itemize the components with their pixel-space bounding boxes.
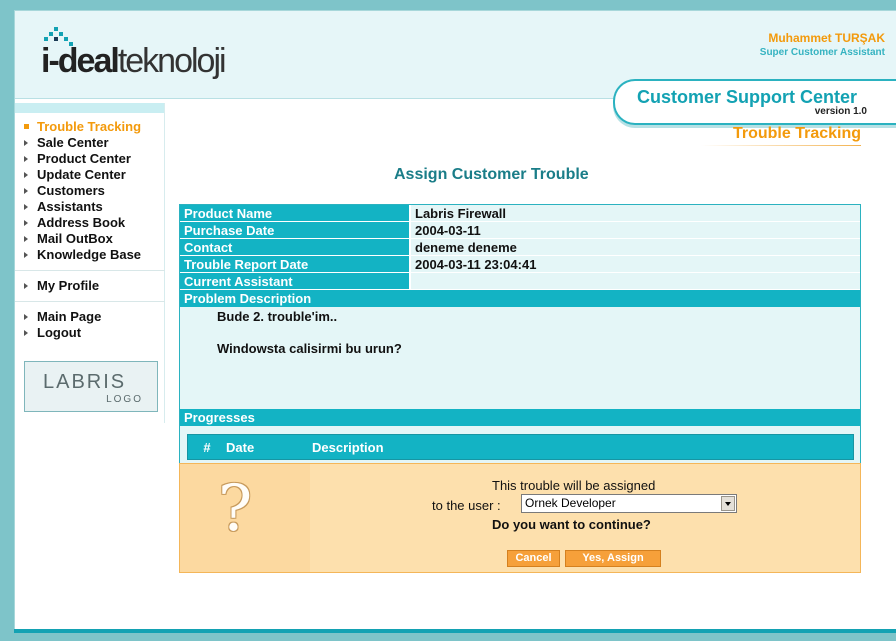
question-mark-icon: ?: [218, 472, 253, 546]
sidebar-divider: [15, 270, 165, 271]
user-role: Super Customer Assistant: [759, 47, 885, 58]
sidebar-item-knowledge-base[interactable]: Knowledge Base: [23, 247, 164, 263]
confirm-question: Do you want to continue?: [492, 517, 651, 532]
column-header-date: Date: [226, 439, 255, 455]
table-row: Contact deneme deneme: [180, 239, 860, 256]
row-value: 2004-03-11: [411, 222, 860, 238]
user-info: Muhammet TURŞAK Super Customer Assistant: [760, 31, 885, 58]
confirm-message-line2: to the user :: [432, 498, 501, 513]
column-header-number: #: [203, 439, 211, 455]
question-icon-box: ?: [180, 464, 310, 572]
confirm-message-line1: This trouble will be assigned: [492, 478, 656, 493]
logo-text-ideal: i-deal: [41, 42, 120, 80]
table-row: Current Assistant: [180, 273, 860, 290]
app-version: version 1.0: [814, 106, 867, 117]
table-row: Purchase Date 2004-03-11: [180, 222, 860, 239]
row-label: Product Name: [180, 205, 411, 221]
progresses-header: Progresses: [180, 409, 860, 426]
problem-description: Bude 2. trouble'im.. Windowsta calisirmi…: [180, 307, 860, 409]
problem-line: Bude 2. trouble'im..: [217, 309, 338, 324]
labris-logo-subtext: LOGO: [106, 394, 143, 405]
sidebar-item-logout[interactable]: Logout: [23, 325, 164, 341]
sidebar: Trouble Tracking Sale Center Product Cen…: [15, 103, 165, 423]
labris-logo-text: LABRIS: [43, 371, 127, 393]
assign-button[interactable]: Yes, Assign: [565, 550, 661, 567]
sidebar-nav-profile: My Profile: [15, 278, 164, 294]
problem-line: Windowsta calisirmi bu urun?: [217, 341, 402, 356]
row-label: Purchase Date: [180, 222, 411, 238]
user-name: Muhammet TURŞAK: [768, 31, 885, 45]
sidebar-item-update-center[interactable]: Update Center: [23, 167, 164, 183]
column-header-description: Description: [312, 439, 384, 455]
sidebar-nav-session: Main Page Logout: [15, 309, 164, 341]
sidebar-item-trouble-tracking[interactable]: Trouble Tracking: [23, 119, 164, 135]
row-label: Trouble Report Date: [180, 256, 411, 272]
sidebar-item-address-book[interactable]: Address Book: [23, 215, 164, 231]
problem-description-header: Problem Description: [180, 290, 860, 307]
row-label: Current Assistant: [180, 273, 411, 289]
trouble-details-table: Product Name Labris Firewall Purchase Da…: [179, 204, 861, 479]
sidebar-nav-main: Trouble Tracking Sale Center Product Cen…: [15, 113, 164, 263]
i-deal-teknoloji-logo[interactable]: i-dealteknoloji: [41, 25, 251, 85]
assignee-select[interactable]: Ornek Developer: [521, 494, 737, 513]
sidebar-item-sale-center[interactable]: Sale Center: [23, 135, 164, 151]
row-value: [411, 273, 860, 289]
row-value: deneme deneme: [411, 239, 860, 255]
problem-line: [217, 325, 860, 341]
logo-text-teknoloji: teknoloji: [117, 42, 227, 80]
chevron-down-icon[interactable]: [721, 496, 735, 511]
sidebar-item-main-page[interactable]: Main Page: [23, 309, 164, 325]
progresses-column-headers: # Date Description: [187, 434, 854, 460]
section-title: Trouble Tracking: [732, 125, 861, 142]
sidebar-top-bar: [15, 103, 164, 113]
sidebar-divider: [15, 301, 165, 302]
section-underline: [701, 145, 861, 146]
row-label: Contact: [180, 239, 411, 255]
labris-logo[interactable]: LABRIS LOGO: [24, 361, 158, 412]
app-title-tab: Customer Support Center version 1.0: [613, 79, 896, 125]
table-row: Product Name Labris Firewall: [180, 205, 860, 222]
assignee-selected-value: Ornek Developer: [525, 496, 616, 510]
assign-confirmation-panel: ? This trouble will be assigned to the u…: [179, 463, 861, 573]
cancel-button[interactable]: Cancel: [507, 550, 560, 567]
sidebar-item-my-profile[interactable]: My Profile: [23, 278, 164, 294]
row-value: Labris Firewall: [411, 205, 860, 221]
sidebar-item-mail-outbox[interactable]: Mail OutBox: [23, 231, 164, 247]
sidebar-item-assistants[interactable]: Assistants: [23, 199, 164, 215]
row-value: 2004-03-11 23:04:41: [411, 256, 860, 272]
sidebar-item-product-center[interactable]: Product Center: [23, 151, 164, 167]
page-title: Assign Customer Trouble: [394, 166, 589, 183]
bottom-bar: [14, 629, 896, 633]
app-title: Customer Support Center: [637, 87, 858, 107]
sidebar-item-customers[interactable]: Customers: [23, 183, 164, 199]
table-row: Trouble Report Date 2004-03-11 23:04:41: [180, 256, 860, 273]
